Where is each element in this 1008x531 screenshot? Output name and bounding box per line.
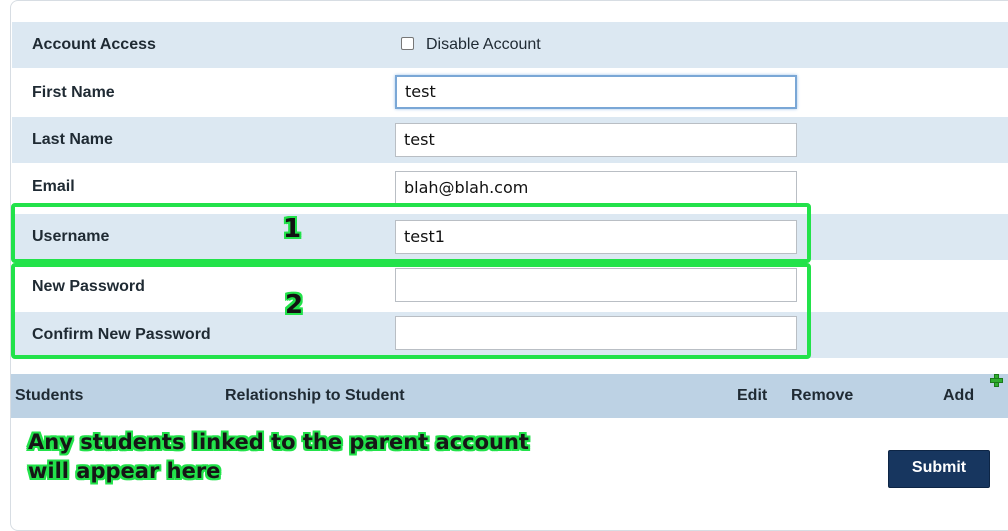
last-name-input[interactable]: test: [395, 123, 797, 157]
plus-icon[interactable]: [990, 374, 1003, 387]
column-remove: Remove: [791, 387, 854, 404]
first-name-label: First Name: [32, 84, 115, 101]
account-access-label: Account Access: [32, 36, 156, 53]
students-note-line1: Any students linked to the parent accoun…: [28, 430, 529, 454]
first-name-input[interactable]: test: [395, 75, 797, 109]
password-highlight-box: [11, 263, 811, 359]
first-name-row: First Name test: [12, 70, 1008, 116]
add-student-link[interactable]: Add: [943, 374, 974, 418]
students-note-line2: will appear here: [28, 459, 221, 483]
last-name-row: Last Name test: [12, 117, 1008, 163]
disable-account-option[interactable]: Disable Account: [401, 22, 541, 68]
last-name-label: Last Name: [32, 131, 113, 148]
disable-account-label: Disable Account: [426, 36, 541, 53]
students-table-header: Students Relationship to Student Edit Re…: [11, 374, 1008, 418]
email-input[interactable]: blah@blah.com: [395, 171, 797, 205]
username-highlight-box: [11, 203, 811, 263]
students-annotation-note: Any students linked to the parent accoun…: [28, 428, 529, 486]
column-students: Students: [15, 387, 84, 404]
column-relationship: Relationship to Student: [225, 387, 405, 404]
annotation-marker-1: 1: [283, 214, 302, 244]
disable-account-checkbox[interactable]: [401, 37, 414, 50]
submit-button[interactable]: Submit: [888, 450, 990, 488]
account-access-row: Account Access Disable Account: [12, 22, 1008, 68]
annotation-marker-2: 2: [285, 290, 304, 320]
column-edit: Edit: [737, 387, 768, 404]
